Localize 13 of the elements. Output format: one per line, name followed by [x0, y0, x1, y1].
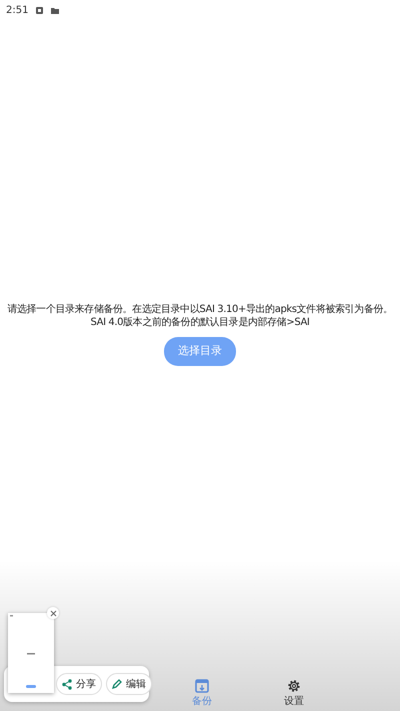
backup-message: 请选择一个目录来存储备份。在选定目录中以SAI 3.10+导出的apks文件将被索引为备份。SAI 4.0版本之前的备份的默认目录是内部存储>SAI	[6, 303, 394, 330]
close-icon	[50, 610, 56, 616]
image-icon	[36, 6, 44, 14]
nav-tab[interactable]: 设置	[248, 679, 340, 711]
pencil-icon	[112, 679, 122, 689]
settings-icon	[287, 679, 301, 693]
edit-button[interactable]: 编辑	[106, 673, 152, 695]
status-time: 2:51	[6, 4, 28, 18]
folder-icon	[51, 6, 60, 14]
backup-icon	[195, 679, 209, 693]
screenshot-thumbnail[interactable]	[8, 613, 54, 693]
share-button[interactable]: 分享	[56, 673, 102, 695]
share-icon	[62, 678, 72, 690]
